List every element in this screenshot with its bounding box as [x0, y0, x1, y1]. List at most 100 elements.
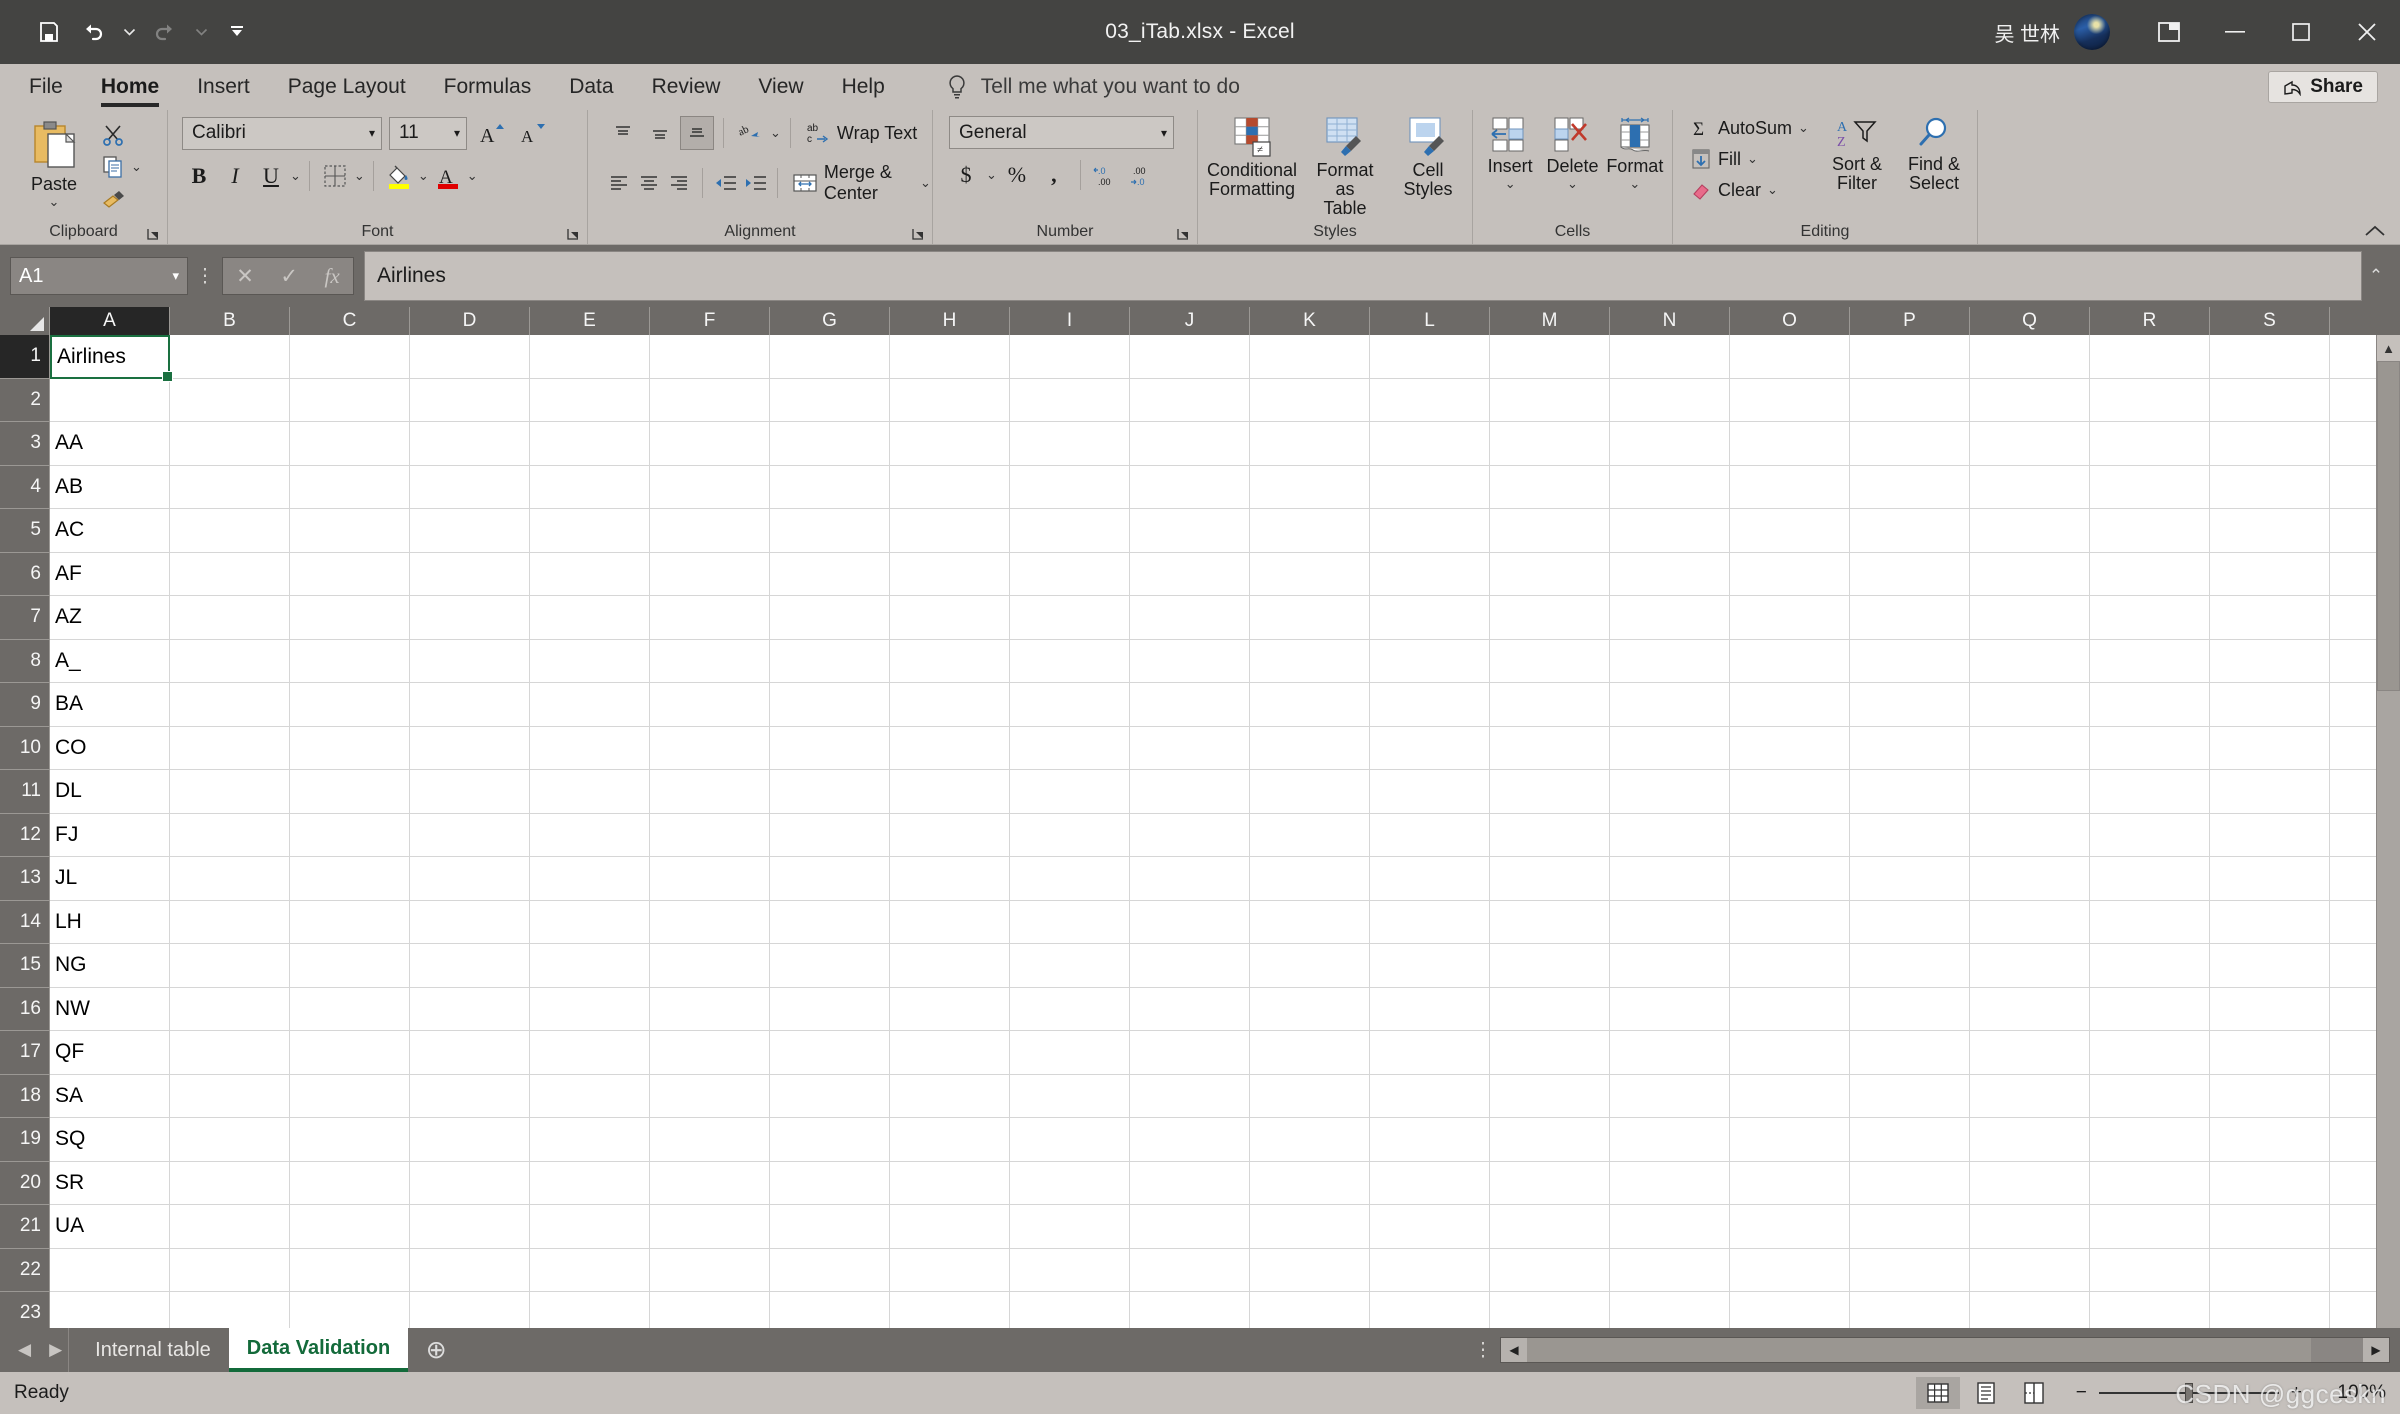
cell-overflow[interactable]: [2330, 857, 2376, 901]
formula-input[interactable]: Airlines: [364, 251, 2362, 301]
cell-A22[interactable]: [50, 1249, 170, 1293]
cell-I20[interactable]: [1010, 1162, 1130, 1206]
cell-Q17[interactable]: [1970, 1031, 2090, 1075]
cell-C9[interactable]: [290, 683, 410, 727]
cell-F3[interactable]: [650, 422, 770, 466]
row-header-7[interactable]: 7: [0, 596, 50, 640]
horizontal-scrollbar[interactable]: ◀ ▶: [1500, 1337, 2390, 1363]
insert-dropdown-icon[interactable]: ⌄: [1505, 176, 1516, 192]
cell-K1[interactable]: [1250, 335, 1370, 379]
fill-button[interactable]: Fill ⌄: [1685, 145, 1815, 173]
cell-O4[interactable]: [1730, 466, 1850, 510]
cell-N19[interactable]: [1610, 1118, 1730, 1162]
cell-C11[interactable]: [290, 770, 410, 814]
cell-Q9[interactable]: [1970, 683, 2090, 727]
cell-F5[interactable]: [650, 509, 770, 553]
cell-M17[interactable]: [1490, 1031, 1610, 1075]
row-header-5[interactable]: 5: [0, 509, 50, 553]
cell-B21[interactable]: [170, 1205, 290, 1249]
cell-Q7[interactable]: [1970, 596, 2090, 640]
row-header-9[interactable]: 9: [0, 683, 50, 727]
cell-L5[interactable]: [1370, 509, 1490, 553]
row-header-2[interactable]: 2: [0, 379, 50, 423]
column-header-f[interactable]: F: [650, 307, 770, 335]
cell-E8[interactable]: [530, 640, 650, 684]
cell-O22[interactable]: [1730, 1249, 1850, 1293]
cell-R6[interactable]: [2090, 553, 2210, 597]
cell-E16[interactable]: [530, 988, 650, 1032]
page-layout-view-button[interactable]: [1964, 1377, 2008, 1409]
cell-F15[interactable]: [650, 944, 770, 988]
cell-C14[interactable]: [290, 901, 410, 945]
row-header-23[interactable]: 23: [0, 1292, 50, 1328]
cell-H19[interactable]: [890, 1118, 1010, 1162]
cell-E5[interactable]: [530, 509, 650, 553]
zoom-level-label[interactable]: 100%: [2314, 1382, 2386, 1404]
cell-E11[interactable]: [530, 770, 650, 814]
cell-K13[interactable]: [1250, 857, 1370, 901]
column-header-b[interactable]: B: [170, 307, 290, 335]
sheet-tab-data-validation[interactable]: Data Validation: [229, 1328, 408, 1372]
cell-R11[interactable]: [2090, 770, 2210, 814]
cell-C3[interactable]: [290, 422, 410, 466]
bottom-align-button[interactable]: [680, 116, 714, 150]
cell-I23[interactable]: [1010, 1292, 1130, 1328]
cell-M7[interactable]: [1490, 596, 1610, 640]
cell-B19[interactable]: [170, 1118, 290, 1162]
cell-P19[interactable]: [1850, 1118, 1970, 1162]
cell-N3[interactable]: [1610, 422, 1730, 466]
cell-A15[interactable]: NG: [50, 944, 170, 988]
row-header-22[interactable]: 22: [0, 1249, 50, 1293]
cell-I5[interactable]: [1010, 509, 1130, 553]
cell-E7[interactable]: [530, 596, 650, 640]
cell-Q14[interactable]: [1970, 901, 2090, 945]
cell-F20[interactable]: [650, 1162, 770, 1206]
cell-D5[interactable]: [410, 509, 530, 553]
cell-H9[interactable]: [890, 683, 1010, 727]
cell-C1[interactable]: [290, 335, 410, 379]
cell-A16[interactable]: NW: [50, 988, 170, 1032]
cell-L4[interactable]: [1370, 466, 1490, 510]
cell-S14[interactable]: [2210, 901, 2330, 945]
format-painter-button[interactable]: [96, 184, 147, 212]
cell-overflow[interactable]: [2330, 1162, 2376, 1206]
cell-M11[interactable]: [1490, 770, 1610, 814]
percent-style-button[interactable]: %: [1000, 158, 1034, 192]
cell-A9[interactable]: BA: [50, 683, 170, 727]
cell-E15[interactable]: [530, 944, 650, 988]
cell-Q20[interactable]: [1970, 1162, 2090, 1206]
cell-B8[interactable]: [170, 640, 290, 684]
cell-M3[interactable]: [1490, 422, 1610, 466]
cell-G1[interactable]: [770, 335, 890, 379]
cell-A8[interactable]: A_: [50, 640, 170, 684]
cell-J11[interactable]: [1130, 770, 1250, 814]
column-header-i[interactable]: I: [1010, 307, 1130, 335]
tab-formulas[interactable]: Formulas: [425, 64, 551, 110]
name-box[interactable]: A1 ▾: [10, 257, 188, 295]
cell-S20[interactable]: [2210, 1162, 2330, 1206]
cell-M14[interactable]: [1490, 901, 1610, 945]
cell-overflow[interactable]: [2330, 422, 2376, 466]
cell-I16[interactable]: [1010, 988, 1130, 1032]
paste-button[interactable]: Paste ⌄: [12, 116, 96, 212]
cell-G17[interactable]: [770, 1031, 890, 1075]
cell-B7[interactable]: [170, 596, 290, 640]
cell-A12[interactable]: FJ: [50, 814, 170, 858]
add-sheet-button[interactable]: ⊕: [408, 1328, 464, 1372]
cell-O14[interactable]: [1730, 901, 1850, 945]
paste-dropdown-icon[interactable]: ⌄: [49, 194, 60, 210]
cell-F4[interactable]: [650, 466, 770, 510]
cell-styles-button[interactable]: Cell Styles: [1392, 114, 1464, 201]
tab-page-layout[interactable]: Page Layout: [269, 64, 425, 110]
cell-A14[interactable]: LH: [50, 901, 170, 945]
cell-O20[interactable]: [1730, 1162, 1850, 1206]
cell-K10[interactable]: [1250, 727, 1370, 771]
row-header-20[interactable]: 20: [0, 1162, 50, 1206]
middle-align-button[interactable]: [643, 116, 677, 150]
redo-icon[interactable]: [144, 11, 186, 53]
row-header-10[interactable]: 10: [0, 727, 50, 771]
cell-P3[interactable]: [1850, 422, 1970, 466]
cell-N22[interactable]: [1610, 1249, 1730, 1293]
cell-K6[interactable]: [1250, 553, 1370, 597]
normal-view-button[interactable]: [1916, 1377, 1960, 1409]
